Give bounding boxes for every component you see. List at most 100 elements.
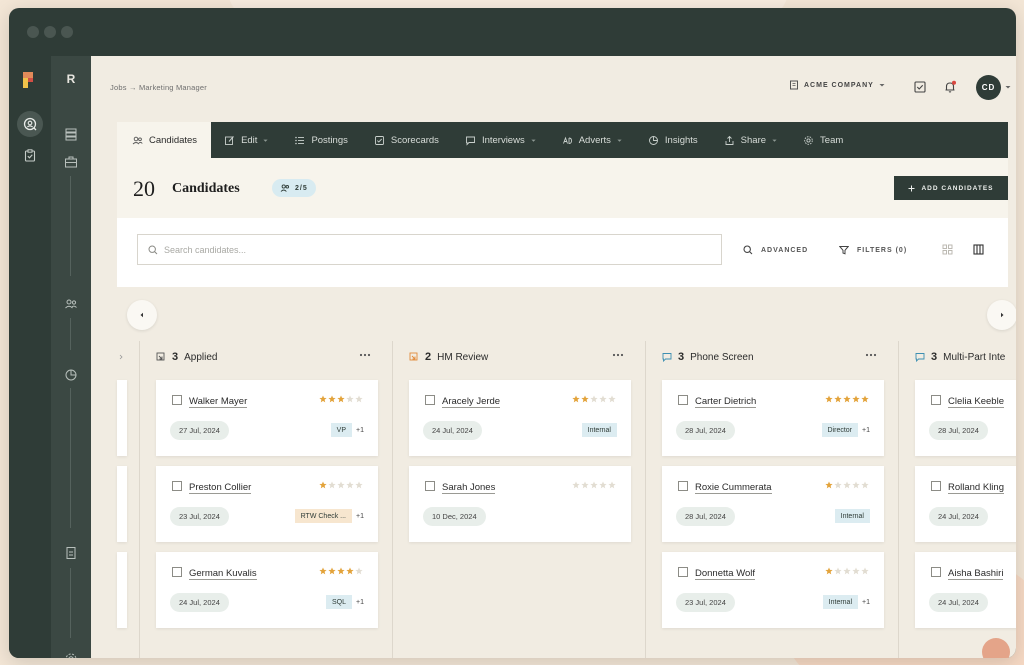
tasks-check-icon[interactable] [913,80,927,94]
star-icon[interactable] [590,481,598,489]
star-icon[interactable] [825,395,833,403]
star-icon[interactable] [328,395,336,403]
tab-insights[interactable]: Insights [635,122,711,158]
candidate-checkbox[interactable] [678,567,688,577]
candidate-name[interactable]: Donnetta Wolf [695,568,756,580]
window-minimize-dot[interactable] [44,26,56,38]
star-icon[interactable] [581,395,589,403]
app-logo-icon[interactable] [22,71,38,89]
candidate-tag[interactable]: SQL [326,595,353,609]
candidate-name[interactable]: Preston Collier [189,482,252,494]
candidate-checkbox[interactable] [172,395,182,405]
star-icon[interactable] [328,481,336,489]
candidate-card[interactable]: Carter Dietrich 28 Jul, 2024 Director +1 [662,380,884,456]
candidate-name[interactable]: Aisha Bashiri [948,568,1004,580]
candidate-card[interactable]: Preston Collier 23 Jul, 2024 RTW Check .… [156,466,378,542]
candidate-checkbox[interactable] [678,481,688,491]
tab-team[interactable]: Team [790,122,856,158]
candidate-checkbox[interactable] [931,567,941,577]
star-icon[interactable] [319,481,327,489]
window-maximize-dot[interactable] [61,26,73,38]
candidate-card[interactable]: Sarah Jones 10 Dec, 2024 [409,466,631,542]
candidate-tag[interactable]: Internal [822,595,859,609]
star-icon[interactable] [834,395,842,403]
star-icon[interactable] [852,395,860,403]
candidate-name[interactable]: Walker Mayer [189,396,248,408]
candidate-checkbox[interactable] [931,395,941,405]
more-tags-count[interactable]: +1 [862,599,870,606]
star-icon[interactable] [834,481,842,489]
star-icon[interactable] [825,481,833,489]
advanced-search-button[interactable]: ADVANCED [743,245,808,255]
workspace-letter[interactable]: R [51,72,91,86]
candidate-checkbox[interactable] [172,567,182,577]
team-badge[interactable]: 2/5 [272,179,316,197]
candidate-tag[interactable]: RTW Check ... [294,509,353,523]
star-rating[interactable] [825,481,869,489]
star-icon[interactable] [572,395,580,403]
candidate-checkbox[interactable] [425,395,435,405]
star-rating[interactable] [572,481,616,489]
candidate-name[interactable]: Rolland Kling [948,482,1004,494]
star-rating[interactable] [319,481,363,489]
star-icon[interactable] [861,567,869,575]
candidate-card[interactable]: German Kuvalis 24 Jul, 2024 SQL +1 [156,552,378,628]
star-icon[interactable] [861,395,869,403]
company-switcher[interactable]: ACME COMPANY [789,80,885,90]
tasks-nav[interactable] [17,142,43,168]
star-icon[interactable] [346,481,354,489]
more-options-icon[interactable] [359,353,371,357]
star-icon[interactable] [319,567,327,575]
candidate-checkbox[interactable] [172,481,182,491]
candidate-name[interactable]: Sarah Jones [442,482,496,494]
candidate-card[interactable]: Clelia Keeble 28 Jul, 2024 [915,380,1016,456]
board-view-icon[interactable] [973,244,984,255]
star-icon[interactable] [834,567,842,575]
tab-postings[interactable]: Postings [281,122,360,158]
more-tags-count[interactable]: +1 [356,599,364,606]
star-icon[interactable] [608,395,616,403]
layers-icon[interactable] [63,126,79,142]
tab-scorecards[interactable]: Scorecards [361,122,452,158]
star-icon[interactable] [337,395,345,403]
star-icon[interactable] [355,567,363,575]
notification-bell-icon[interactable] [943,80,957,94]
candidate-tag[interactable]: VP [330,423,353,437]
star-icon[interactable] [852,481,860,489]
star-icon[interactable] [355,481,363,489]
candidate-name[interactable]: Roxie Cummerata [695,482,772,494]
tab-share[interactable]: Share [711,122,790,158]
star-icon[interactable] [337,567,345,575]
candidate-card[interactable]: Aisha Bashiri 24 Jul, 2024 [915,552,1016,628]
candidate-card[interactable]: Aracely Jerde 24 Jul, 2024 Internal [409,380,631,456]
more-tags-count[interactable]: +1 [356,513,364,520]
scroll-left-button[interactable] [127,300,157,330]
star-icon[interactable] [590,395,598,403]
filters-button[interactable]: FILTERS (0) [839,245,907,255]
users-icon[interactable] [63,296,79,312]
chevron-down-icon[interactable] [1005,84,1011,90]
search-input[interactable] [164,244,704,255]
star-icon[interactable] [843,567,851,575]
candidate-card[interactable]: Walker Mayer 27 Jul, 2024 VP +1 [156,380,378,456]
star-rating[interactable] [572,395,616,403]
star-rating[interactable] [825,567,869,575]
star-icon[interactable] [337,481,345,489]
grid-view-icon[interactable] [942,244,953,255]
tab-candidates[interactable]: Candidates [117,122,212,158]
user-avatar[interactable]: CD [976,75,1001,100]
star-icon[interactable] [328,567,336,575]
star-icon[interactable] [355,395,363,403]
more-options-icon[interactable] [865,353,877,357]
more-options-icon[interactable] [612,353,624,357]
more-tags-count[interactable]: +1 [862,427,870,434]
tab-adverts[interactable]: Adverts [549,122,635,158]
search-candidates-nav[interactable] [17,111,43,137]
candidate-name[interactable]: Carter Dietrich [695,396,757,408]
star-rating[interactable] [825,395,869,403]
star-icon[interactable] [572,481,580,489]
star-icon[interactable] [843,481,851,489]
star-icon[interactable] [599,481,607,489]
star-icon[interactable] [825,567,833,575]
add-candidates-button[interactable]: ADD CANDIDATES [894,176,1008,200]
